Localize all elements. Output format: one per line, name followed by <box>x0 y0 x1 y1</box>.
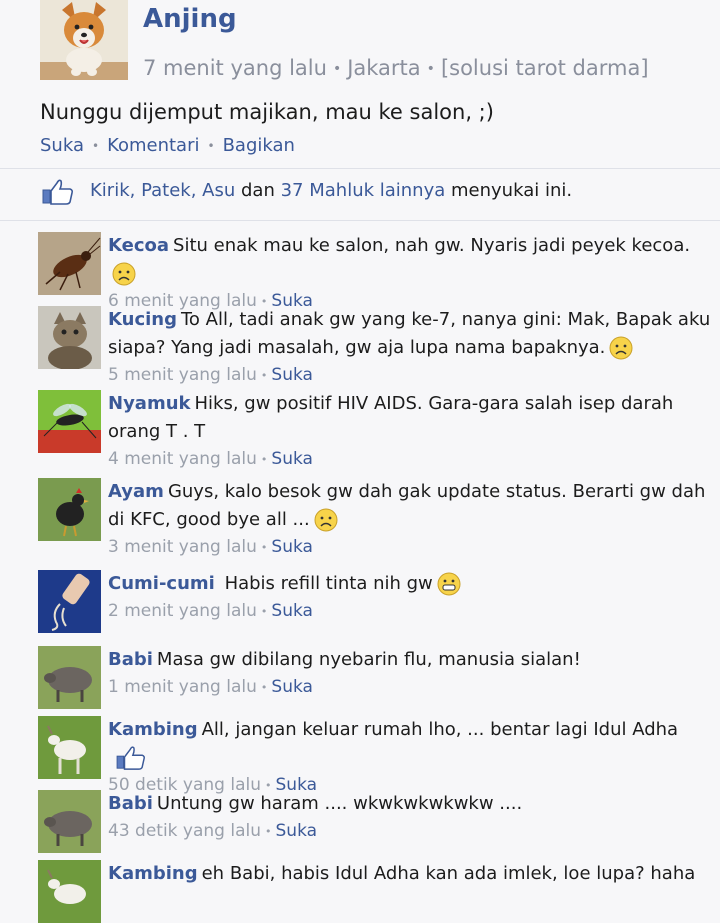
comment-link[interactable]: Komentari <box>107 135 199 156</box>
cat-photo <box>38 306 101 369</box>
commenter-avatar[interactable] <box>38 232 101 295</box>
comment-text: Hiks, gw positif HIV AIDS. Gara-gara sal… <box>108 393 674 442</box>
comment-text: Situ enak mau ke salon, nah gw. Nyaris j… <box>173 235 691 256</box>
post-meta: 7 menit yang lalu • Jakarta • [solusi tarot … <box>143 56 649 80</box>
comment-like-link[interactable]: Suka <box>271 601 313 621</box>
likes-suffix: menyukai ini. <box>451 180 573 201</box>
separator-dot: • <box>332 61 342 77</box>
commenter-name[interactable]: Kambing <box>108 863 198 884</box>
dog-photo <box>40 0 128 80</box>
comment-text: eh Babi, habis Idul Adha kan ada imlek, … <box>201 863 696 884</box>
commenter-name[interactable]: Nyamuk <box>108 393 191 414</box>
comment-time[interactable]: 2 menit yang lalu <box>108 601 257 621</box>
cockroach-photo <box>38 232 101 295</box>
comment-like-link[interactable]: Suka <box>271 365 313 385</box>
pig-photo <box>38 790 101 853</box>
separator-dot: • <box>260 452 268 466</box>
pig-photo <box>38 646 101 709</box>
likes-others-link[interactable]: 37 Mahluk lainnya <box>281 180 446 201</box>
comment-like-link[interactable]: Suka <box>271 449 313 469</box>
separator-dot: • <box>426 61 435 77</box>
commenter-avatar[interactable] <box>38 570 101 633</box>
post-actions: Suka • Komentari • Bagikan <box>40 135 295 156</box>
squid-photo <box>38 570 101 633</box>
commenter-avatar[interactable] <box>38 306 101 369</box>
comment-text: Habis refill tinta nih gw <box>218 573 433 594</box>
post-header: Anjing 7 menit yang lalu • Jakarta • [solusi… <box>0 0 720 92</box>
mosquito-photo <box>38 390 101 453</box>
commenter-name[interactable]: Kambing <box>108 719 198 740</box>
like-link[interactable]: Suka <box>40 135 84 156</box>
goat-photo <box>38 860 101 923</box>
sad-emoji-icon <box>112 262 136 286</box>
post-author-name[interactable]: Anjing <box>143 4 237 34</box>
likes-and: dan <box>240 180 275 201</box>
divider <box>0 220 720 221</box>
separator-dot: • <box>260 368 268 382</box>
thumbs-up-icon <box>116 746 145 770</box>
commenter-name[interactable]: Cumi-cumi <box>108 573 215 594</box>
comment-text: Untung gw haram .... wkwkwkwkwkw .... <box>156 793 523 814</box>
sad-emoji-icon <box>609 336 633 360</box>
comment-time[interactable]: 1 menit yang lalu <box>108 677 257 697</box>
comment-time[interactable]: 3 menit yang lalu <box>108 537 257 557</box>
sad-emoji-icon <box>314 508 338 532</box>
comment-time[interactable]: 5 menit yang lalu <box>108 365 257 385</box>
commenter-name[interactable]: Kecoa <box>108 235 169 256</box>
post-text: Nunggu dijemput majikan, mau ke salon, ;… <box>40 100 494 124</box>
share-link[interactable]: Bagikan <box>223 135 295 156</box>
separator-dot: • <box>260 540 268 554</box>
likes-text: Kirik, Patek, Asu dan 37 Mahluk lainnya … <box>90 180 572 201</box>
comment-text: All, jangan keluar rumah lho, ... bentar… <box>201 719 679 740</box>
commenter-avatar[interactable] <box>38 860 101 923</box>
likes-bar: Kirik, Patek, Asu dan 37 Mahluk lainnya … <box>40 176 720 214</box>
post-time[interactable]: 7 menit yang lalu <box>143 56 327 80</box>
comment-like-link[interactable]: Suka <box>271 537 313 557</box>
commenter-avatar[interactable] <box>38 646 101 709</box>
grin-emoji-icon <box>437 572 461 596</box>
commenter-avatar[interactable] <box>38 716 101 779</box>
separator-dot: • <box>260 680 268 694</box>
comment-time[interactable]: 4 menit yang lalu <box>108 449 257 469</box>
post-location[interactable]: Jakarta <box>347 56 420 80</box>
separator-dot: • <box>265 824 272 838</box>
separator-dot: • <box>260 604 268 618</box>
goat-photo <box>38 716 101 779</box>
commenter-avatar[interactable] <box>38 790 101 853</box>
commenter-name[interactable]: Babi <box>108 649 153 670</box>
commenter-name[interactable]: Babi <box>108 793 153 814</box>
comment-time[interactable]: 43 detik yang lalu <box>108 821 261 841</box>
comment-like-link[interactable]: Suka <box>276 821 318 841</box>
commenter-name[interactable]: Kucing <box>108 309 177 330</box>
comment-like-link[interactable]: Suka <box>271 677 313 697</box>
commenter-name[interactable]: Ayam <box>108 481 164 502</box>
separator-dot: • <box>207 139 215 153</box>
likers-names[interactable]: Kirik, Patek, Asu <box>90 180 235 201</box>
divider <box>0 168 720 169</box>
chicken-photo <box>38 478 101 541</box>
separator-dot: • <box>91 139 100 153</box>
comment-text: Guys, kalo besok gw dah gak update statu… <box>108 481 706 530</box>
post-source[interactable]: [solusi tarot darma] <box>441 56 649 80</box>
dog-avatar[interactable] <box>40 0 128 80</box>
commenter-avatar[interactable] <box>38 478 101 541</box>
commenter-avatar[interactable] <box>38 390 101 453</box>
comment-text: Masa gw dibilang nyebarin flu, manusia s… <box>156 649 581 670</box>
thumbs-up-icon <box>42 179 74 205</box>
